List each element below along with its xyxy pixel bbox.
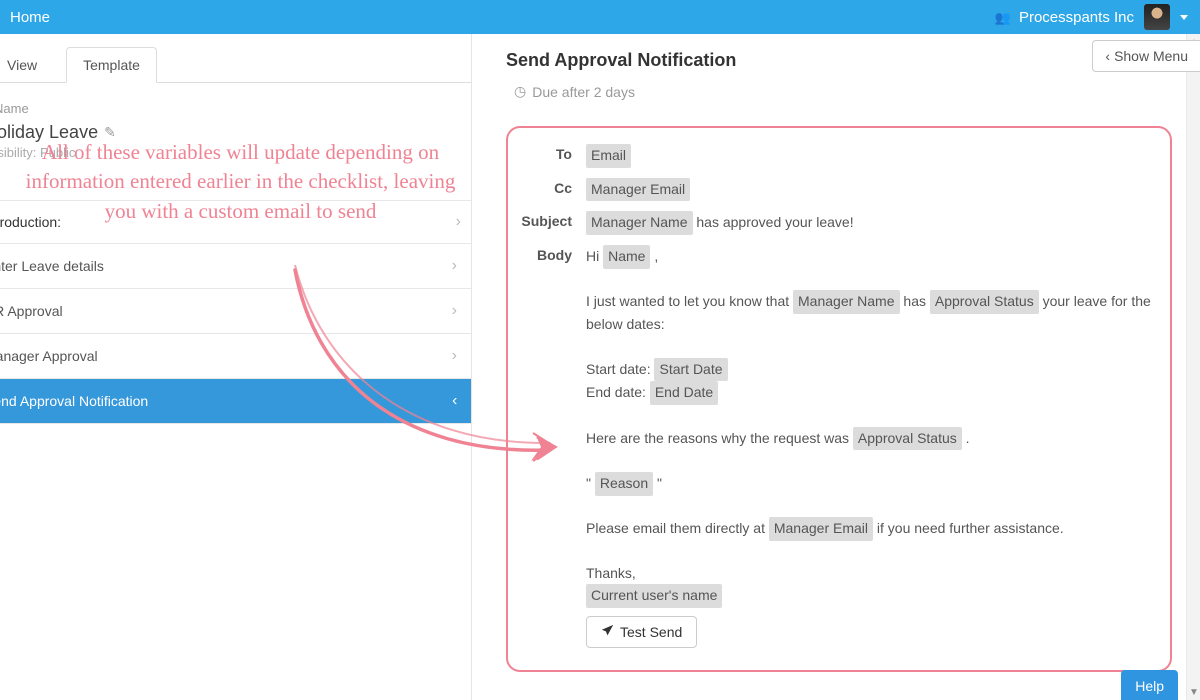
variable-tag[interactable]: Name [603, 245, 650, 269]
sidebar-item-hr-approval[interactable]: HR Approval › [0, 289, 471, 334]
tab-view[interactable]: View [0, 47, 54, 83]
section-heading-label: Introduction: [0, 214, 61, 230]
pencil-icon[interactable]: ✎ [104, 124, 116, 141]
help-button[interactable]: Help [1121, 670, 1178, 700]
due-indicator[interactable]: ◷ Due after 2 days [514, 83, 1178, 100]
test-send-button[interactable]: Test Send [586, 616, 697, 648]
to-field[interactable]: Email [586, 144, 1154, 168]
org-name: Processpants Inc [1019, 9, 1134, 26]
subject-label: Subject [518, 211, 586, 235]
cc-field[interactable]: Manager Email [586, 178, 1154, 202]
show-menu-button[interactable]: ‹ Show Menu [1092, 40, 1200, 72]
scroll-down-icon[interactable]: ▼ [1187, 684, 1200, 700]
sidebar-item-label: HR Approval [0, 303, 63, 319]
page-title: Send Approval Notification [506, 50, 1178, 71]
show-menu-label: Show Menu [1114, 48, 1188, 64]
tabs: View Template [0, 34, 471, 83]
section-heading[interactable]: Introduction: › [0, 200, 471, 244]
variable-tag[interactable]: Current user's name [586, 584, 722, 608]
avatar[interactable] [1144, 4, 1170, 30]
variable-tag[interactable]: Reason [595, 472, 653, 496]
user-menu-caret[interactable] [1180, 15, 1188, 20]
variable-tag[interactable]: Manager Email [769, 517, 873, 541]
top-bar: Home Processpants Inc [0, 0, 1200, 34]
subject-field[interactable]: Manager Name has approved your leave! [586, 211, 1154, 235]
body-label: Body [518, 245, 586, 648]
due-text: Due after 2 days [532, 84, 635, 100]
chevron-right-icon: › [452, 257, 457, 275]
variable-tag[interactable]: Manager Name [793, 290, 900, 314]
variable-tag[interactable]: Manager Name [586, 211, 693, 235]
email-widget: To Email Cc Manager Email Subject Manage… [506, 126, 1172, 672]
chevron-left-icon: › [452, 392, 457, 410]
sidebar-item-enter-leave[interactable]: Enter Leave details › [0, 244, 471, 289]
sidebar-item-label: Send Approval Notification [0, 393, 148, 409]
variable-tag[interactable]: Approval Status [930, 290, 1039, 314]
sidebar-item-label: Manager Approval [0, 348, 98, 364]
test-send-label: Test Send [620, 624, 682, 640]
chevron-right-icon: › [456, 213, 461, 231]
body-field[interactable]: Hi Name , I just wanted to let you know … [586, 245, 1154, 648]
visibility-text: Visibility: Public [0, 145, 471, 160]
org-switcher[interactable]: Processpants Inc [995, 9, 1134, 26]
cc-label: Cc [518, 178, 586, 202]
variable-tag[interactable]: End Date [650, 381, 718, 405]
variable-tag[interactable]: Manager Email [586, 178, 690, 202]
name-label: Name [0, 101, 471, 116]
send-icon [601, 624, 614, 640]
chevron-right-icon: › [452, 302, 457, 320]
sidebar-item-send-approval[interactable]: Send Approval Notification › [0, 379, 471, 424]
sidebar-item-manager-approval[interactable]: Manager Approval › [0, 334, 471, 379]
chevron-left-icon: ‹ [1105, 48, 1110, 64]
variable-tag[interactable]: Start Date [654, 358, 727, 382]
template-title: Holiday Leave [0, 122, 98, 143]
tab-template[interactable]: Template [66, 47, 157, 83]
home-link[interactable]: Home [0, 9, 60, 26]
clock-icon: ◷ [514, 83, 526, 100]
scrollbar[interactable]: ▲ ▼ [1186, 34, 1200, 700]
variable-tag[interactable]: Approval Status [853, 427, 962, 451]
chevron-right-icon: › [452, 347, 457, 365]
variable-tag[interactable]: Email [586, 144, 631, 168]
people-icon [995, 9, 1013, 26]
sidebar-item-label: Enter Leave details [0, 258, 104, 274]
to-label: To [518, 144, 586, 168]
sidebar: View Template Name Holiday Leave ✎ Visib… [0, 34, 472, 700]
main-panel: ▲ ▼ ‹ Show Menu Send Approval Notificati… [472, 34, 1200, 700]
